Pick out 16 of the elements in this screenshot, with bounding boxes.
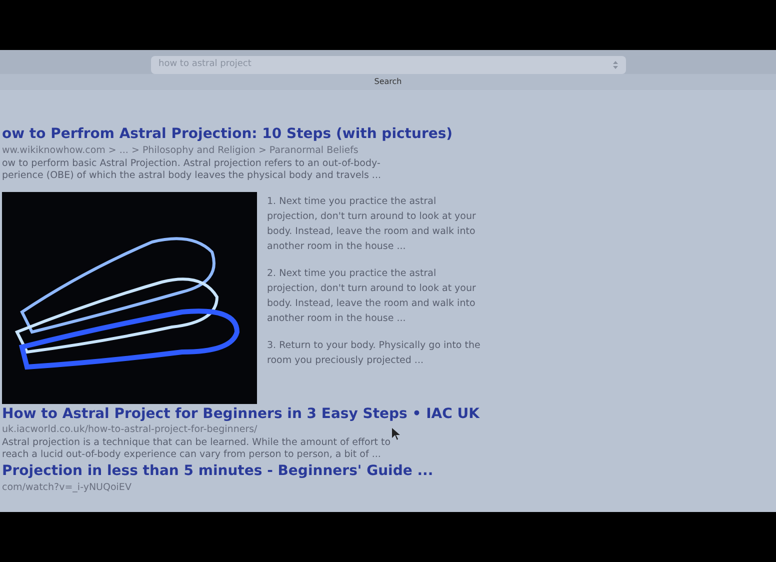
result-snippet-line: perience (OBE) of which the astral body leaves the physical body and travels ... xyxy=(2,170,381,182)
step-text: 2. Next time you practice the astral projection, don't turn around to look at your body. Instead, leave the room and walk into another room in the house ... xyxy=(267,266,477,326)
result-url: com/watch?v=_i-yNUQoiEV xyxy=(2,480,132,494)
step-text: 3. Return to your body. Physically go into the room you preciously projected ... xyxy=(267,338,482,368)
result-title-link[interactable]: ow to Perfrom Astral Projection: 10 Steps (with pictures) xyxy=(2,126,453,144)
step-text: 1. Next time you practice the astral projection, don't turn around to look at your body. Instead, leave the room and walk into another room in the house ... xyxy=(267,194,477,254)
result-url: ww.wikiknowhow.com > ... > Philosophy and Religion > Paranormal Beliefs xyxy=(2,144,358,158)
stepper-icon xyxy=(612,61,618,69)
mouse-cursor-icon xyxy=(392,428,400,440)
search-button[interactable]: Search xyxy=(0,74,776,90)
result-snippet-line: Astral projection is a technique that can be learned. While the amount of effort to xyxy=(2,437,391,450)
result-url: uk.iacworld.co.uk/how-to-astral-project-for-beginners/ xyxy=(2,423,258,437)
result-title-link[interactable]: How to Astral Project for Beginners in 3 Easy Steps • IAC UK xyxy=(2,406,480,423)
result-snippet-line: ow to perform basic Astral Projection. Astral projection refers to an out-of-body- xyxy=(2,158,380,170)
result-title-link[interactable]: Projection in less than 5 minutes - Beginners' Guide ... xyxy=(2,463,434,480)
result-snippet-line: reach a lucid out-of-body experience can vary from person to person, a bit of ... xyxy=(2,449,381,461)
